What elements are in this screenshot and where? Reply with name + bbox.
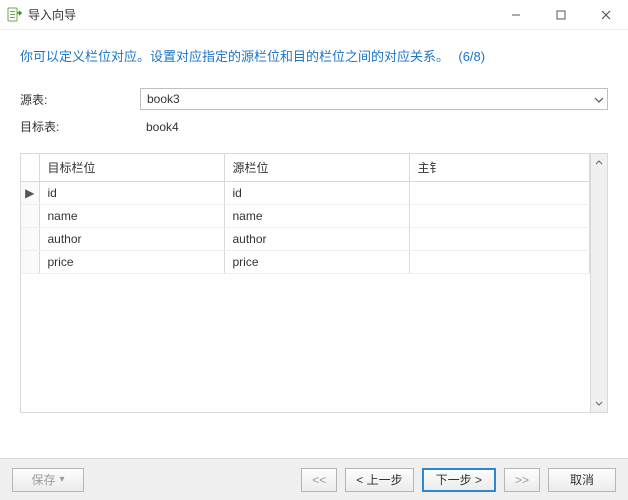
step-indicator: (6/8) (458, 49, 485, 64)
first-button[interactable]: << (301, 468, 337, 492)
cell-source[interactable]: id (224, 182, 409, 205)
table-row[interactable]: ▶ idid (21, 182, 590, 205)
title-bar: 导入向导 (0, 0, 628, 30)
col-header-target[interactable]: 目标栏位 (39, 154, 224, 182)
minimize-button[interactable] (493, 0, 538, 30)
column-mapping-table[interactable]: 目标栏位 源栏位 主钅 ▶ ididnamenameauthorauthorpri… (21, 154, 590, 274)
cell-pk[interactable] (409, 205, 590, 228)
target-table-row: 目标表: book4 (20, 118, 608, 135)
cell-target[interactable]: price (39, 251, 224, 274)
scrollbar-track[interactable] (591, 171, 607, 395)
scroll-up-icon[interactable] (591, 154, 607, 171)
save-button[interactable]: 保存 ▾ (12, 468, 84, 492)
cell-target[interactable]: name (39, 205, 224, 228)
chevron-down-icon: ▾ (59, 474, 64, 485)
prev-button[interactable]: < 上一步 (345, 468, 413, 492)
wizard-content: 你可以定义栏位对应。设置对应指定的源栏位和目的栏位之间的对应关系。 (6/8) … (0, 30, 628, 413)
row-indicator (21, 251, 39, 274)
column-mapping-table-wrap: 目标栏位 源栏位 主钅 ▶ ididnamenameauthorauthorpri… (21, 154, 590, 412)
table-row[interactable]: priceprice (21, 251, 590, 274)
description-text: 你可以定义栏位对应。设置对应指定的源栏位和目的栏位之间的对应关系。 (20, 49, 449, 64)
table-header-row: 目标栏位 源栏位 主钅 (21, 154, 590, 182)
target-table-value: book4 (140, 120, 179, 134)
column-mapping-panel: 目标栏位 源栏位 主钅 ▶ ididnamenameauthorauthorpri… (20, 153, 608, 413)
cell-pk[interactable] (409, 251, 590, 274)
maximize-button[interactable] (538, 0, 583, 30)
table-row[interactable]: namename (21, 205, 590, 228)
cell-source[interactable]: author (224, 228, 409, 251)
row-indicator: ▶ (21, 182, 39, 205)
cell-pk[interactable] (409, 228, 590, 251)
source-table-row: 源表: book3 (20, 88, 608, 110)
cell-source[interactable]: price (224, 251, 409, 274)
row-indicator (21, 205, 39, 228)
cell-target[interactable]: id (39, 182, 224, 205)
window-title: 导入向导 (28, 6, 493, 23)
cell-pk[interactable] (409, 182, 590, 205)
source-table-select-wrap: book3 (140, 88, 608, 110)
col-header-source[interactable]: 源栏位 (224, 154, 409, 182)
last-button[interactable]: >> (504, 468, 540, 492)
cell-target[interactable]: author (39, 228, 224, 251)
source-table-label: 源表: (20, 91, 140, 108)
cancel-button[interactable]: 取消 (548, 468, 616, 492)
close-button[interactable] (583, 0, 628, 30)
cell-source[interactable]: name (224, 205, 409, 228)
col-header-pk[interactable]: 主钅 (409, 154, 590, 182)
vertical-scrollbar[interactable] (590, 154, 607, 412)
wizard-footer: 保存 ▾ << < 上一步 下一步 > >> 取消 (0, 458, 628, 500)
nav-buttons: << < 上一步 下一步 > >> 取消 (301, 468, 616, 492)
target-table-label: 目标表: (20, 118, 140, 135)
wizard-description: 你可以定义栏位对应。设置对应指定的源栏位和目的栏位之间的对应关系。 (6/8) (20, 48, 608, 66)
row-indicator (21, 228, 39, 251)
source-table-select[interactable]: book3 (140, 88, 608, 110)
table-row[interactable]: authorauthor (21, 228, 590, 251)
next-button[interactable]: 下一步 > (422, 468, 496, 492)
save-label: 保存 (31, 471, 55, 488)
current-row-icon: ▶ (25, 186, 34, 200)
scroll-down-icon[interactable] (591, 395, 607, 412)
app-icon (6, 7, 22, 23)
